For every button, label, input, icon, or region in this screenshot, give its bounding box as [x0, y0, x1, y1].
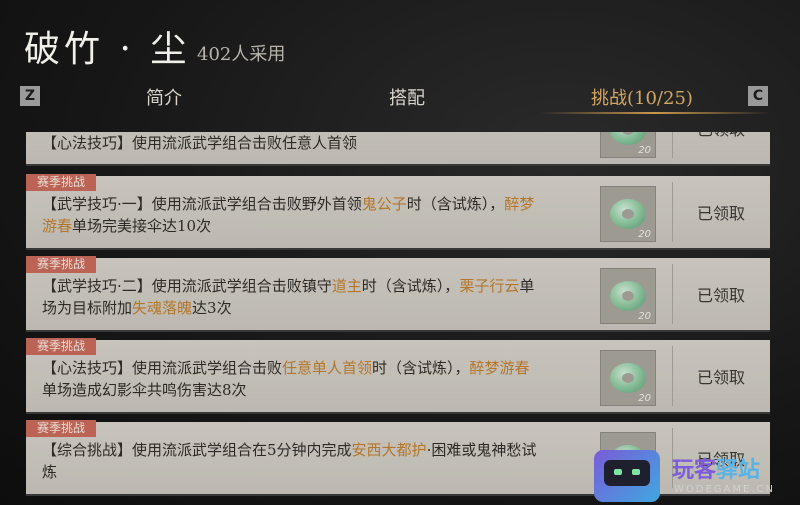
challenge-description: 【综合挑战】使用流派武学组合在5分钟内完成安西大都护·困难或鬼神愁试炼 [42, 441, 537, 481]
jade-ring-icon [610, 199, 646, 229]
season-challenge-badge: 赛季挑战 [26, 420, 96, 437]
reward-slot[interactable]: 20 [600, 268, 656, 324]
tab-bar: Z 简介 搭配 挑战(10/25) C [20, 82, 770, 114]
key-hint-prev[interactable]: Z [20, 86, 40, 106]
robot-logo-icon [594, 450, 660, 502]
claimed-status: 已领取 [696, 286, 745, 305]
challenge-description: 【武学技巧·一】使用流派武学组合击败野外首领鬼公子时（含试炼），醉梦游春单场完美… [42, 195, 535, 235]
reward-quantity: 20 [638, 311, 651, 322]
watermark-title: 玩客驿站 [672, 458, 761, 483]
season-challenge-badge: 赛季挑战 [26, 256, 96, 273]
challenge-card: 赛季挑战 【武学技巧·二】使用流派武学组合击败镇守道主时（含试炼），栗子行云单场… [26, 256, 770, 332]
reward-quantity: 20 [638, 393, 651, 404]
active-tab-underline [540, 112, 770, 114]
tab-challenge[interactable]: 挑战(10/25) [591, 84, 693, 110]
challenge-description: 【心法技巧】使用流派武学组合击败任意人首领 [42, 134, 358, 152]
reward-quantity: 20 [638, 145, 651, 156]
reward-slot[interactable]: 20 [600, 132, 656, 158]
jade-ring-icon [610, 132, 646, 145]
reward-quantity: 20 [638, 229, 651, 240]
tab-combo[interactable]: 搭配 [389, 84, 425, 110]
page-title: 破竹 · 尘 [24, 29, 191, 70]
claimed-status: 已领取 [672, 132, 770, 140]
watermark-url: WODEGAME.CN [674, 484, 775, 495]
claimed-status: 已领取 [696, 204, 745, 223]
reward-slot[interactable]: 20 [600, 350, 656, 406]
challenge-description: 【心法技巧】使用流派武学组合击败任意单人首领时（含试炼），醉梦游春单场造成幻影伞… [42, 359, 530, 399]
adopters-count: 402人采用 [197, 44, 286, 65]
challenge-card: 赛季挑战 【武学技巧·一】使用流派武学组合击败野外首领鬼公子时（含试炼），醉梦游… [26, 174, 770, 250]
challenge-description: 【武学技巧·二】使用流派武学组合击败镇守道主时（含试炼），栗子行云单场为目标附加… [42, 277, 535, 317]
challenge-card: 赛季挑战 【心法技巧】使用流派武学组合击败任意单人首领时（含试炼），醉梦游春单场… [26, 338, 770, 414]
season-challenge-badge: 赛季挑战 [26, 338, 96, 355]
key-hint-next[interactable]: C [748, 86, 768, 106]
reward-slot[interactable]: 20 [600, 186, 656, 242]
challenge-card: 【心法技巧】使用流派武学组合击败任意人首领 20 已领取 [26, 132, 770, 166]
jade-ring-icon [610, 281, 646, 311]
jade-ring-icon [610, 363, 646, 393]
tab-intro[interactable]: 简介 [146, 84, 182, 110]
claimed-status: 已领取 [696, 368, 745, 387]
season-challenge-badge: 赛季挑战 [26, 174, 96, 191]
site-watermark: 玩客驿站 WODEGAME.CN [594, 448, 800, 505]
